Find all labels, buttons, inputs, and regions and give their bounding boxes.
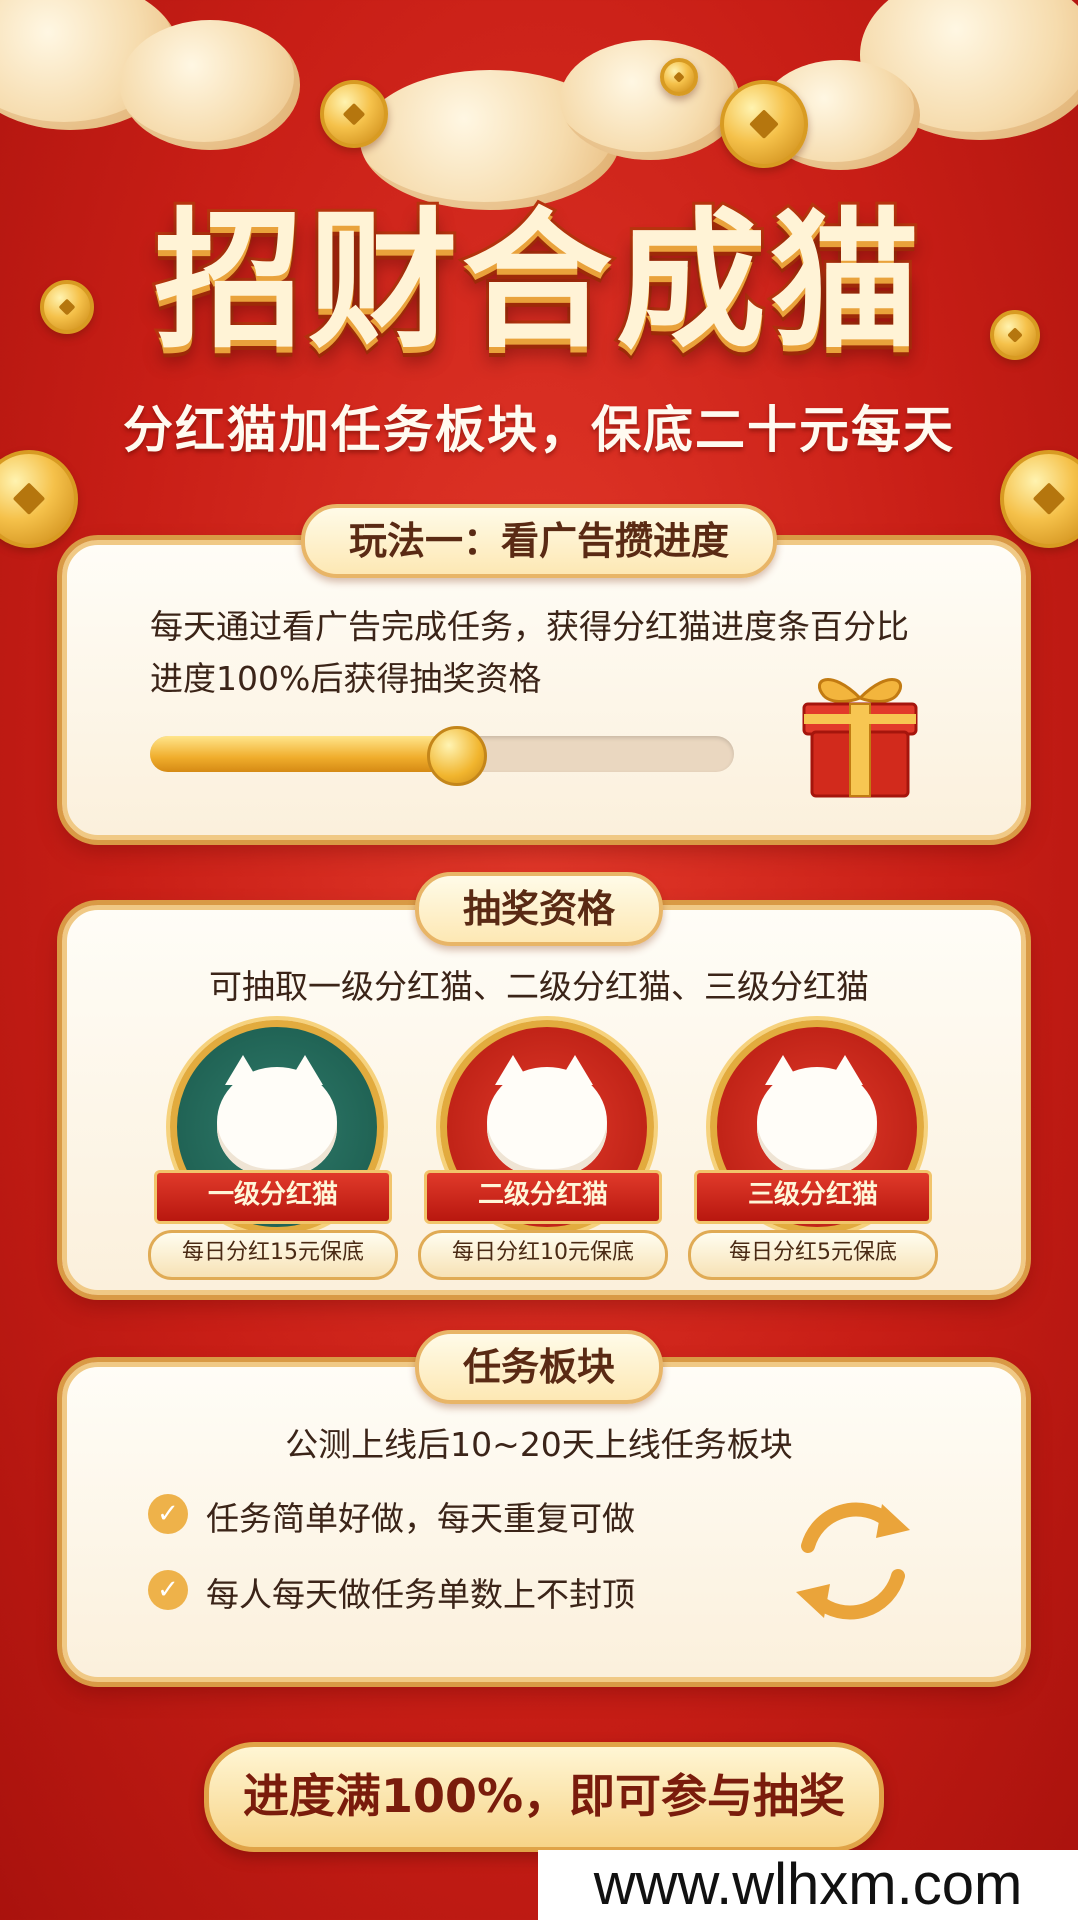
site-watermark: www.wlhxm.com xyxy=(538,1850,1078,1920)
cloud-decoration xyxy=(120,20,300,150)
badge-title: 三级分红猫 xyxy=(694,1170,932,1224)
task-item: 每人每天做任务单数上不封顶 xyxy=(206,1575,635,1614)
lucky-cat-icon xyxy=(757,1067,877,1177)
coin-icon xyxy=(660,58,698,96)
task-item: 任务简单好做，每天重复可做 xyxy=(206,1499,635,1538)
ad-progress-description-line1: 每天通过看广告完成任务，获得分红猫进度条百分比 xyxy=(150,607,909,646)
progress-bar xyxy=(150,726,734,786)
badge-level-3: 三级分红猫 每日分红5元保底 xyxy=(688,1020,938,1280)
badge-level-1: 一级分红猫 每日分红15元保底 xyxy=(148,1020,398,1280)
tasks-description: 公测上线后10~20天上线任务板块 xyxy=(285,1425,793,1464)
gift-icon xyxy=(802,678,918,798)
progress-bar-knob xyxy=(426,726,487,786)
refresh-cycle-icon xyxy=(796,1502,910,1620)
badge-title: 一级分红猫 xyxy=(154,1170,392,1224)
badge-level-2: 二级分红猫 每日分红10元保底 xyxy=(418,1020,668,1280)
page-subtitle: 分红猫加任务板块，保底二十元每天 xyxy=(123,401,955,459)
ad-progress-description-line2: 进度100%后获得抽奖资格 xyxy=(150,659,542,698)
join-lottery-button[interactable]: 进度满100%，即可参与抽奖 xyxy=(204,1742,884,1852)
check-icon: ✓ xyxy=(148,1494,188,1534)
coin-icon xyxy=(0,450,78,548)
badge-note: 每日分红5元保底 xyxy=(688,1230,938,1280)
coin-icon xyxy=(720,80,808,168)
progress-bar-fill xyxy=(150,736,454,772)
section-tag-tasks: 任务板块 xyxy=(414,1330,664,1404)
section-tag-ad-progress: 玩法一：看广告攒进度 xyxy=(300,504,778,578)
badge-title: 二级分红猫 xyxy=(424,1170,662,1224)
lucky-cat-icon xyxy=(487,1067,607,1177)
coin-icon xyxy=(320,80,388,148)
check-icon: ✓ xyxy=(148,1570,188,1610)
section-tag-lottery: 抽奖资格 xyxy=(414,872,664,946)
badge-note: 每日分红10元保底 xyxy=(418,1230,668,1280)
cloud-decoration xyxy=(560,40,740,160)
lottery-description: 可抽取一级分红猫、二级分红猫、三级分红猫 xyxy=(209,967,869,1006)
page-title: 招财合成猫 xyxy=(151,192,924,372)
coin-icon xyxy=(1000,450,1078,548)
lucky-cat-icon xyxy=(217,1067,337,1177)
badge-note: 每日分红15元保底 xyxy=(148,1230,398,1280)
